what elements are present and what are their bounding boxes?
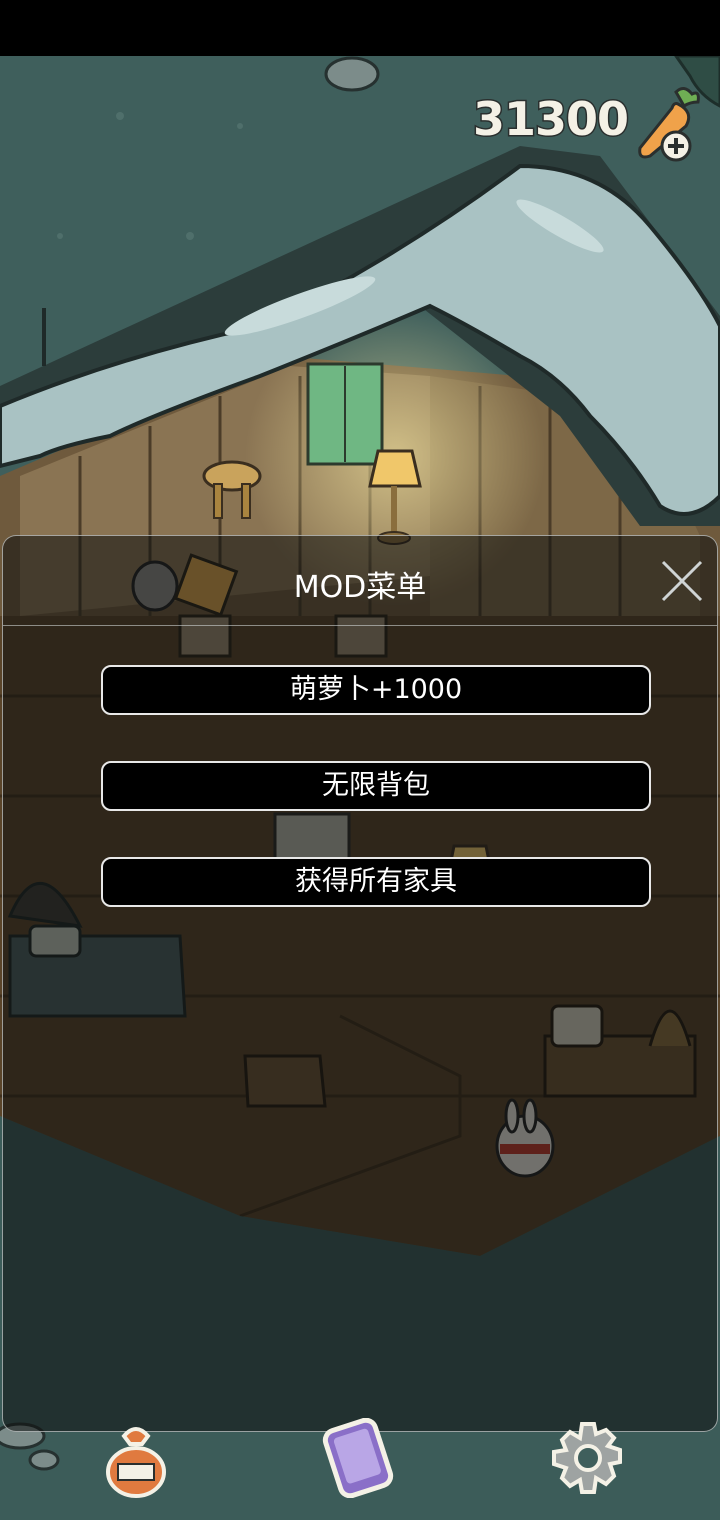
all-furniture-button[interactable]: 获得所有家具 <box>101 857 651 907</box>
carrot-add-icon[interactable] <box>632 84 704 164</box>
add-carrots-button[interactable]: 萌萝卜+1000 <box>101 665 651 715</box>
menu-header: MOD菜单 <box>3 536 717 626</box>
menu-title: MOD菜单 <box>293 570 427 605</box>
carrot-count: 31300 <box>471 91 630 148</box>
status-bar <box>0 0 720 56</box>
mod-menu-panel: MOD菜单 萌萝卜+1000 无限背包 获得所有家具 <box>2 535 718 1432</box>
infinite-backpack-button[interactable]: 无限背包 <box>101 761 651 811</box>
bag-icon[interactable] <box>96 1422 176 1502</box>
close-icon[interactable] <box>659 558 705 604</box>
gear-icon[interactable] <box>548 1420 628 1500</box>
phone-icon[interactable] <box>318 1417 398 1499</box>
